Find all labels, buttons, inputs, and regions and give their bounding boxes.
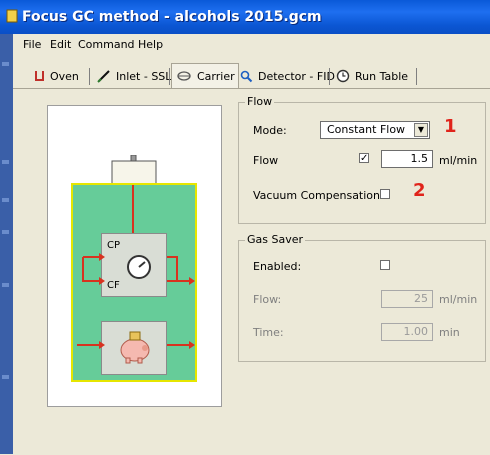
gas-saver-flow-unit: ml/min bbox=[439, 293, 478, 306]
window-title: Focus GC method - alcohols 2015.gcm bbox=[22, 9, 322, 25]
flow-group-title: Flow bbox=[245, 95, 275, 108]
flow-label: Flow bbox=[253, 154, 279, 167]
menu-file[interactable]: File bbox=[23, 38, 41, 51]
tab-carrier[interactable]: Carrier bbox=[171, 63, 239, 88]
flow-checkbox[interactable]: ✓ bbox=[359, 153, 369, 164]
carrier-icon bbox=[177, 71, 191, 81]
gas-saver-group-title: Gas Saver bbox=[245, 233, 306, 246]
vacuum-compensation-label: Vacuum Compensation: bbox=[253, 189, 384, 202]
magnifier-icon bbox=[240, 70, 253, 82]
mode-value: Constant Flow bbox=[327, 123, 406, 136]
menu-edit[interactable]: Edit bbox=[50, 38, 71, 51]
vacuum-compensation-checkbox[interactable] bbox=[380, 189, 390, 199]
flow-value-field[interactable]: 1.5 bbox=[381, 150, 433, 168]
tab-carrier-label: Carrier bbox=[197, 69, 235, 83]
title-bar[interactable]: Focus GC method - alcohols 2015.gcm bbox=[0, 0, 490, 34]
chevron-down-icon[interactable]: ▼ bbox=[414, 123, 428, 137]
clock-icon bbox=[336, 69, 350, 83]
gas-saver-time-label: Time: bbox=[253, 326, 284, 339]
tab-inlet[interactable]: Inlet - SSL bbox=[97, 66, 172, 86]
annotation-2: 2 bbox=[413, 180, 426, 201]
tab-inlet-label: Inlet - SSL bbox=[116, 69, 172, 83]
gas-saver-flow-label: Flow: bbox=[253, 293, 282, 306]
annotation-1: 1 bbox=[444, 116, 457, 137]
tab-run-table-label: Run Table bbox=[355, 69, 409, 83]
menu-help[interactable]: Help bbox=[138, 38, 163, 51]
flow-arrows bbox=[77, 185, 195, 349]
gas-saver-time-field[interactable]: 1.00 bbox=[381, 323, 433, 341]
syringe-icon bbox=[97, 70, 110, 83]
oven-icon bbox=[35, 71, 44, 81]
gas-saver-time-unit: min bbox=[439, 326, 460, 339]
mode-dropdown[interactable]: Constant Flow ▼ bbox=[320, 121, 430, 139]
gas-saver-enabled-label: Enabled: bbox=[253, 260, 302, 273]
menu-command[interactable]: Command bbox=[78, 38, 135, 51]
desktop-edge bbox=[0, 0, 13, 454]
tab-strip: Oven Inlet - SSL Carrier Detector - FID … bbox=[13, 54, 490, 90]
mode-label: Mode: bbox=[253, 124, 287, 137]
tab-run-table[interactable]: Run Table bbox=[336, 66, 409, 86]
menu-bar: File Edit Command Help bbox=[13, 34, 490, 54]
tab-oven[interactable]: Oven bbox=[34, 66, 79, 86]
flow-unit: ml/min bbox=[439, 154, 478, 167]
tab-oven-label: Oven bbox=[50, 69, 79, 83]
carrier-flow-diagram: CP CF bbox=[71, 183, 197, 382]
tab-detector-label: Detector - FID bbox=[258, 69, 335, 83]
app-icon bbox=[6, 9, 18, 23]
gas-saver-flow-field[interactable]: 25 bbox=[381, 290, 433, 308]
gas-saver-enabled-checkbox[interactable] bbox=[380, 260, 390, 270]
tab-detector[interactable]: Detector - FID bbox=[240, 66, 335, 86]
